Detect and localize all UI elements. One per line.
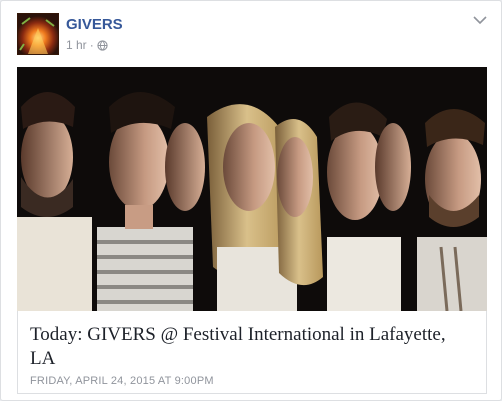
meta-separator: · xyxy=(89,38,94,52)
page-name-link[interactable]: GIVERS xyxy=(66,16,123,33)
event-cover-photo[interactable] xyxy=(17,67,487,311)
post-timestamp[interactable]: 1 hr xyxy=(66,38,87,52)
public-globe-icon[interactable] xyxy=(97,39,108,51)
event-date: FRIDAY, APRIL 24, 2015 AT 9:00PM xyxy=(30,375,214,387)
feed-post-card: GIVERS 1 hr · Today: GIVERS @ Festival I… xyxy=(0,0,502,401)
post-meta: 1 hr · xyxy=(66,38,108,52)
event-details[interactable]: Today: GIVERS @ Festival International i… xyxy=(17,311,487,394)
event-title[interactable]: Today: GIVERS @ Festival International i… xyxy=(30,323,470,371)
chevron-down-icon[interactable] xyxy=(473,15,487,25)
page-avatar[interactable] xyxy=(17,13,59,55)
